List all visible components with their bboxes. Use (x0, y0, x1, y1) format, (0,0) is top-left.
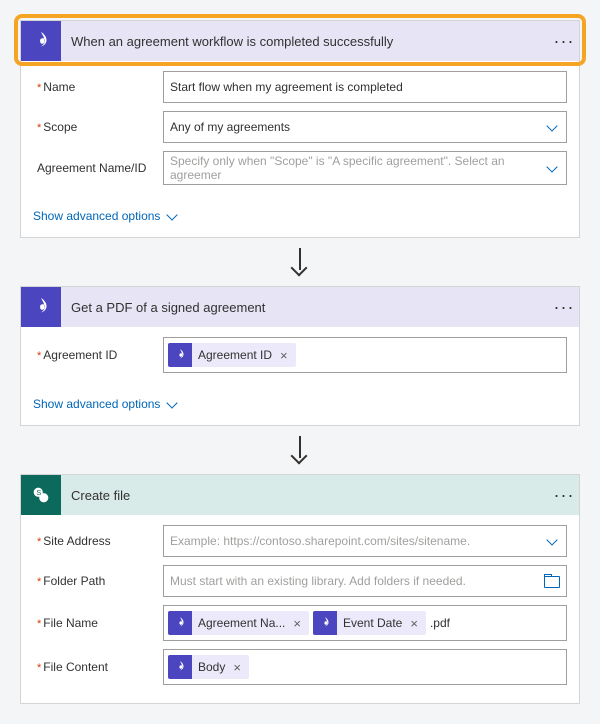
agreement-label: Agreement Name/ID (33, 161, 163, 175)
token-body[interactable]: Body × (168, 655, 249, 679)
action-card-get-pdf: Get a PDF of a signed agreement ··· Agre… (20, 286, 580, 426)
file-content-input[interactable]: Body × (163, 649, 567, 685)
adobe-sign-icon (21, 21, 61, 61)
flow-arrow (20, 238, 580, 286)
chevron-down-icon (546, 161, 560, 175)
agreement-input[interactable]: Specify only when "Scope" is "A specific… (163, 151, 567, 185)
adobe-sign-icon (168, 611, 192, 635)
token-agreement-id[interactable]: Agreement ID × (168, 343, 296, 367)
token-remove-icon[interactable]: × (289, 616, 305, 631)
trigger-header[interactable]: When an agreement workflow is completed … (21, 21, 579, 61)
adobe-sign-icon (21, 287, 61, 327)
token-remove-icon[interactable]: × (406, 616, 422, 631)
svg-text:S: S (36, 488, 41, 497)
advanced-row: Show advanced options (21, 203, 579, 237)
more-button[interactable]: ··· (549, 31, 579, 52)
file-name-row: File Name Agreement Na... × Event Date ×… (33, 605, 567, 641)
trigger-card: When an agreement workflow is completed … (20, 20, 580, 238)
adobe-sign-icon (313, 611, 337, 635)
file-content-label: File Content (33, 660, 163, 674)
chevron-down-icon (546, 120, 560, 134)
folder-path-label: Folder Path (33, 574, 163, 588)
action-card-create-file: S Create file ··· Site Address Example: … (20, 474, 580, 704)
token-remove-icon[interactable]: × (229, 660, 245, 675)
folder-path-row: Folder Path Must start with an existing … (33, 565, 567, 597)
file-name-suffix: .pdf (430, 616, 450, 630)
agreement-id-label: Agreement ID (33, 348, 163, 362)
file-name-input[interactable]: Agreement Na... × Event Date × .pdf (163, 605, 567, 641)
name-input[interactable]: Start flow when my agreement is complete… (163, 71, 567, 103)
file-content-row: File Content Body × (33, 649, 567, 685)
trigger-body: Name Start flow when my agreement is com… (21, 61, 579, 203)
show-advanced-link[interactable]: Show advanced options (33, 397, 180, 411)
token-agreement-name[interactable]: Agreement Na... × (168, 611, 309, 635)
name-label: Name (33, 80, 163, 94)
sharepoint-icon: S (21, 475, 61, 515)
create-file-header[interactable]: S Create file ··· (21, 475, 579, 515)
chevron-down-icon (166, 397, 180, 411)
arrow-down-icon (288, 436, 312, 464)
scope-row: Scope Any of my agreements (33, 111, 567, 143)
advanced-row: Show advanced options (21, 391, 579, 425)
arrow-down-icon (288, 248, 312, 276)
file-name-label: File Name (33, 616, 163, 630)
trigger-title: When an agreement workflow is completed … (71, 34, 549, 49)
site-address-input[interactable]: Example: https://contoso.sharepoint.com/… (163, 525, 567, 557)
get-pdf-header[interactable]: Get a PDF of a signed agreement ··· (21, 287, 579, 327)
scope-input[interactable]: Any of my agreements (163, 111, 567, 143)
site-address-row: Site Address Example: https://contoso.sh… (33, 525, 567, 557)
chevron-down-icon (166, 209, 180, 223)
folder-path-input[interactable]: Must start with an existing library. Add… (163, 565, 567, 597)
folder-picker-icon[interactable] (544, 574, 560, 588)
create-file-body: Site Address Example: https://contoso.sh… (21, 515, 579, 703)
chevron-down-icon (546, 534, 560, 548)
site-address-label: Site Address (33, 534, 163, 548)
more-button[interactable]: ··· (549, 485, 579, 506)
name-row: Name Start flow when my agreement is com… (33, 71, 567, 103)
create-file-title: Create file (71, 488, 549, 503)
show-advanced-link[interactable]: Show advanced options (33, 209, 180, 223)
more-button[interactable]: ··· (549, 297, 579, 318)
agreement-id-input[interactable]: Agreement ID × (163, 337, 567, 373)
flow-arrow (20, 426, 580, 474)
adobe-sign-icon (168, 655, 192, 679)
agreement-id-row: Agreement ID Agreement ID × (33, 337, 567, 373)
token-event-date[interactable]: Event Date × (313, 611, 426, 635)
scope-label: Scope (33, 120, 163, 134)
adobe-sign-icon (168, 343, 192, 367)
get-pdf-title: Get a PDF of a signed agreement (71, 300, 549, 315)
get-pdf-body: Agreement ID Agreement ID × (21, 327, 579, 391)
agreement-row: Agreement Name/ID Specify only when "Sco… (33, 151, 567, 185)
token-remove-icon[interactable]: × (276, 348, 292, 363)
